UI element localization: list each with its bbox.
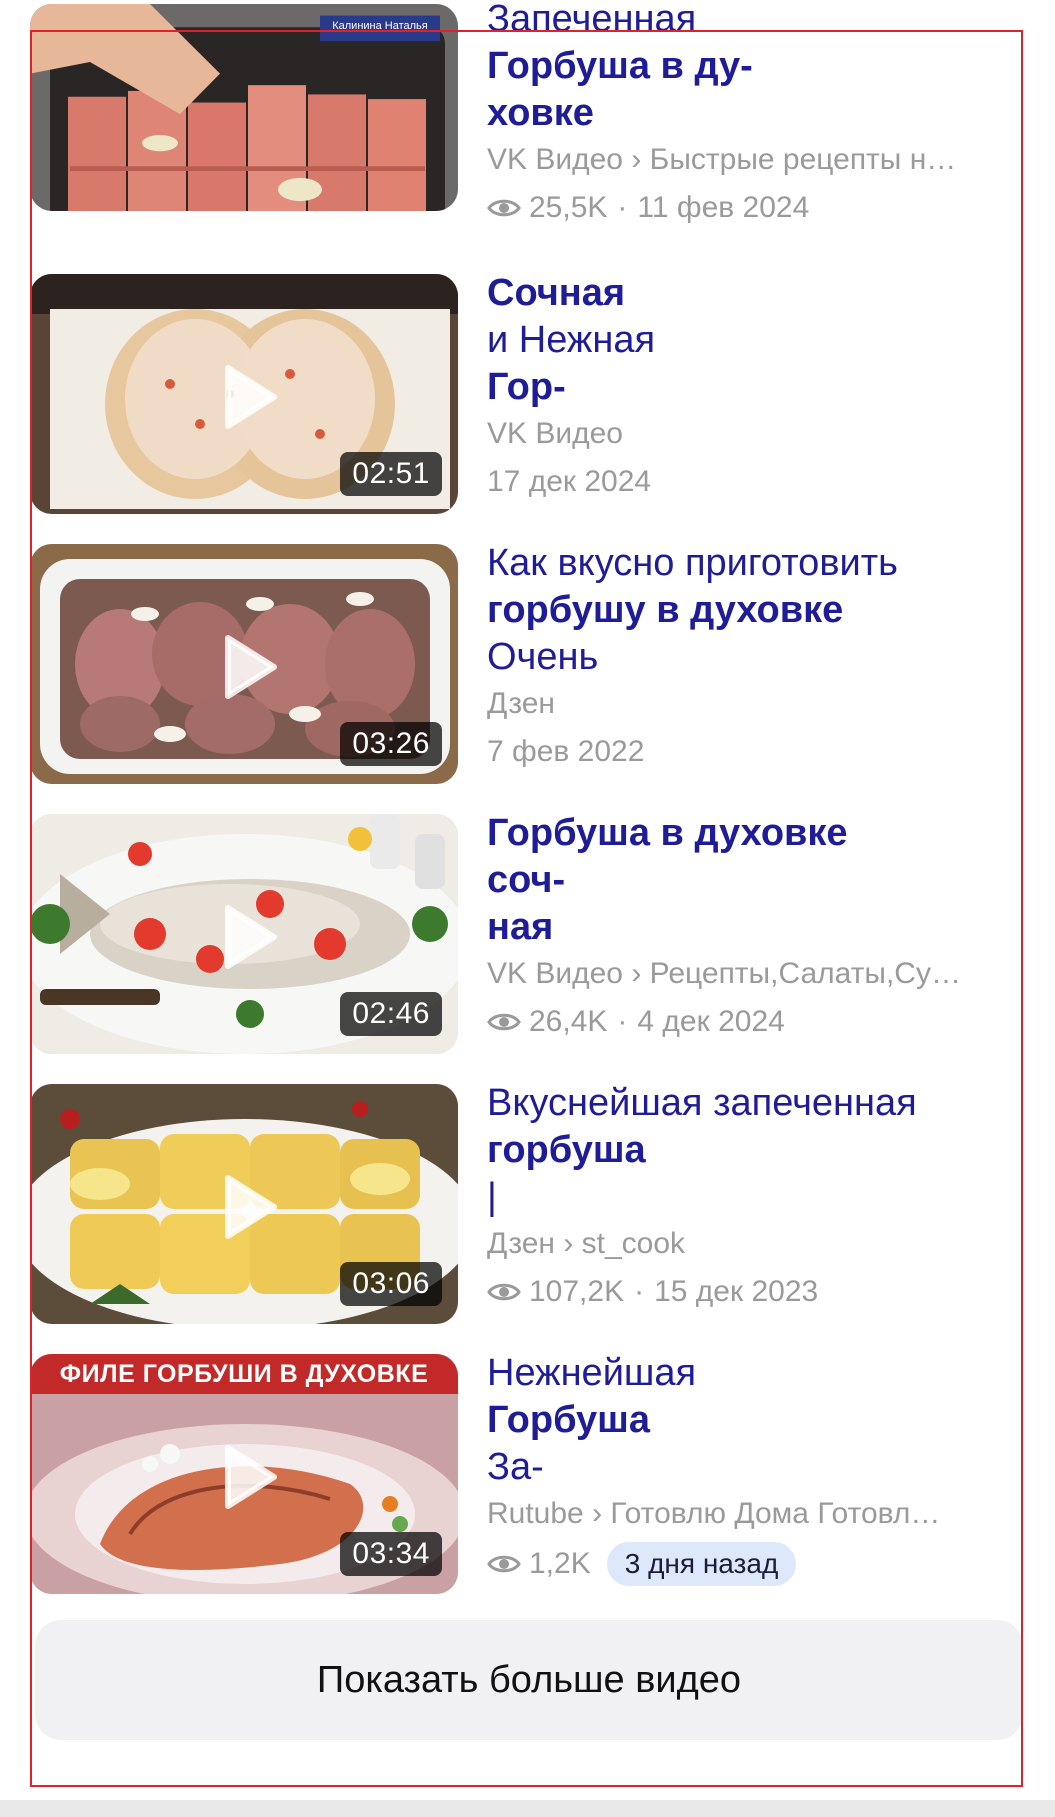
title-text: Запеченная: [487, 0, 697, 40]
video-card[interactable]: 02:46 Горбуша в духовке соч-ная и мягкая…: [30, 810, 1025, 1055]
recency-badge: 3 дня назад: [606, 1542, 797, 1586]
eye-icon: [487, 1555, 521, 1573]
publish-date: 4 дек 2024: [637, 1005, 785, 1038]
view-count: 1,2K: [529, 1547, 591, 1580]
eye-icon: [487, 199, 521, 217]
video-card[interactable]: 02:51 Сочная и Нежная Гор-буша в Духовке…: [30, 270, 1025, 515]
eye-icon: [487, 1283, 521, 1301]
video-thumbnail[interactable]: Калинина Наталья: [30, 4, 458, 211]
video-meta: 107,2K · 15 дек 2023: [487, 1272, 1047, 1312]
title-text: и Нежная: [487, 319, 656, 361]
video-title[interactable]: Вкуснейшая запеченнаягорбуша | рецепт пр…: [487, 1080, 1047, 1221]
video-source[interactable]: VK Видео: [487, 414, 1017, 454]
video-title-line: Сочная и Нежная Гор-: [487, 270, 1047, 411]
video-title[interactable]: Нежнейшая Горбуша За-печённая в Духовке!…: [487, 1350, 1047, 1491]
play-icon: [225, 365, 277, 429]
title-highlight: ховке: [487, 92, 594, 134]
video-source[interactable]: Дзен: [487, 684, 1017, 724]
video-title-line: ховке Максимально соч-: [487, 90, 1047, 137]
thumbnail-caption: ФИЛЕ ГОРБУШИ В ДУХОВКЕ: [59, 1360, 429, 1388]
title-highlight: Сочная: [487, 272, 626, 314]
title-highlight: Горбуша в духовке: [487, 812, 848, 854]
video-text: Сочная и Нежная Гор-буша в Духовке. Низк…: [487, 270, 1047, 502]
thumbnail-channel-label: Калинина Наталья: [332, 20, 428, 32]
play-icon: [225, 1445, 277, 1509]
meta-separator: ·: [617, 1005, 628, 1038]
video-source[interactable]: VK Видео › Рецепты,Салаты,Су…: [487, 954, 1017, 994]
video-title-line: Горбуша в духовке соч-: [487, 810, 1047, 904]
play-icon: [225, 905, 277, 969]
eye-icon: [487, 1013, 521, 1031]
title-highlight: соч-: [487, 859, 566, 901]
meta-separator: ·: [617, 191, 628, 224]
view-count: 25,5K: [529, 191, 608, 224]
video-title-line: горбуша | рецепт приго-: [487, 1127, 1047, 1221]
video-text: Нежнейшая Горбуша За-печённая в Духовке!…: [487, 1350, 1047, 1586]
video-thumbnail[interactable]: ФИЛЕ ГОРБУШИ В ДУХОВКЕ 03:34: [30, 1354, 458, 1594]
video-text: Вкуснейшая запеченнаягорбуша | рецепт пр…: [487, 1080, 1047, 1312]
video-duration: 03:06: [340, 1262, 442, 1306]
video-title-line: Запеченная Горбуша в ду-: [487, 0, 1047, 90]
title-text: За-: [487, 1446, 544, 1488]
video-duration: 02:46: [340, 992, 442, 1036]
video-meta: 7 фев 2022: [487, 732, 1047, 772]
video-card[interactable]: 03:06 Вкуснейшая запеченнаягорбуша | рец…: [30, 1080, 1025, 1325]
title-text: Вкуснейшая запеченная: [487, 1082, 917, 1124]
view-count: 26,4K: [529, 1005, 608, 1038]
video-source[interactable]: Rutube › Готовлю Дома Готовл…: [487, 1494, 1017, 1534]
video-thumbnail[interactable]: 02:51: [30, 274, 458, 514]
view-count: 107,2K: [529, 1275, 625, 1308]
title-text: |: [487, 1176, 497, 1218]
video-title-line: Вкуснейшая запеченная: [487, 1080, 1047, 1127]
title-text: Нежнейшая: [487, 1352, 697, 1394]
video-thumbnail[interactable]: 02:46: [30, 814, 458, 1054]
title-highlight: горбушу в духовке: [487, 589, 844, 631]
title-text: Как вкусно приготовить: [487, 542, 898, 584]
play-icon: [225, 1175, 277, 1239]
video-text: Горбуша в духовке соч-ная и мягкая в фол…: [487, 810, 1047, 1042]
meta-separator: ·: [634, 1275, 645, 1308]
video-title-line: Как вкусно приготовить: [487, 540, 1047, 587]
video-source[interactable]: VK Видео › Быстрые рецепты н…: [487, 140, 1017, 180]
title-highlight: Горбуша: [487, 1399, 650, 1441]
publish-date: 15 дек 2023: [654, 1275, 819, 1308]
video-text: Запеченная Горбуша в ду-ховке Максимальн…: [487, 0, 1047, 228]
video-meta: 25,5K · 11 фев 2024: [487, 188, 1047, 228]
video-duration: 03:26: [340, 722, 442, 766]
video-thumbnail[interactable]: 03:06: [30, 1084, 458, 1324]
video-card[interactable]: 03:26 Как вкусно приготовить горбушу в ду…: [30, 540, 1025, 785]
video-title[interactable]: Горбуша в духовке соч-ная и мягкая в фол…: [487, 810, 1047, 951]
video-source[interactable]: Дзен › st_cook: [487, 1224, 1017, 1264]
video-card[interactable]: Калинина Наталья Запеченная Горбуша в ду…: [30, 0, 1025, 245]
video-title[interactable]: Запеченная Горбуша в ду-ховке Максимальн…: [487, 0, 1047, 137]
title-highlight: ная: [487, 906, 554, 948]
video-card[interactable]: ФИЛЕ ГОРБУШИ В ДУХОВКЕ 03:34 Нежнейшая Г…: [30, 1350, 1025, 1595]
publish-date: 7 фев 2022: [487, 735, 645, 768]
title-highlight: Гор-: [487, 366, 566, 408]
video-title-line: горбушу в духовке Очень: [487, 587, 1047, 681]
video-thumbnail[interactable]: 03:26: [30, 544, 458, 784]
show-more-videos-button[interactable]: Показать больше видео: [35, 1620, 1023, 1740]
play-icon: [225, 635, 277, 699]
video-duration: 03:34: [340, 1532, 442, 1576]
publish-date: 11 фев 2024: [637, 191, 810, 224]
title-text: Очень: [487, 636, 599, 678]
video-duration: 02:51: [340, 452, 442, 496]
video-meta: 26,4K · 4 дек 2024: [487, 1002, 1047, 1042]
video-meta: 1,2K 3 дня назад: [487, 1542, 1047, 1586]
title-highlight: горбуша: [487, 1129, 646, 1171]
title-highlight: Горбуша в ду-: [487, 45, 753, 87]
publish-date: 17 дек 2024: [487, 465, 652, 498]
video-text: Как вкусно приготовить горбушу в духовке …: [487, 540, 1047, 772]
video-title-line: ная и мягкая в фольге: [487, 904, 1047, 951]
video-meta: 17 дек 2024: [487, 462, 1047, 502]
bottom-bar: [0, 1800, 1055, 1817]
video-title[interactable]: Как вкусно приготовить горбушу в духовке …: [487, 540, 1047, 681]
video-title[interactable]: Сочная и Нежная Гор-буша в Духовке. Низк…: [487, 270, 1047, 411]
video-title-line: Нежнейшая Горбуша За-: [487, 1350, 1047, 1491]
